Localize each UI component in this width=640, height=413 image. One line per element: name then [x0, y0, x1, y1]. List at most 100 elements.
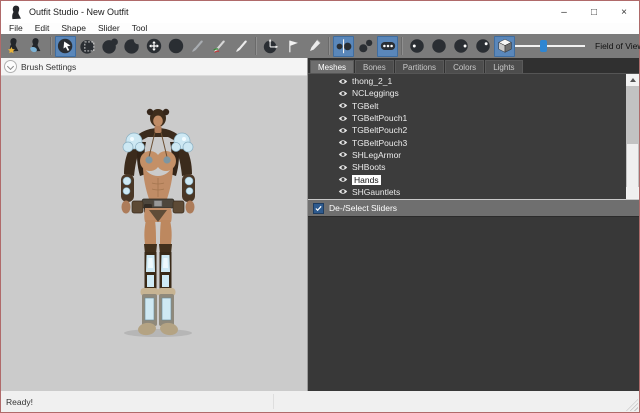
scrollbar-thumb[interactable] [627, 144, 638, 198]
edge-tool-button[interactable] [304, 36, 325, 57]
transform-tool-button[interactable] [260, 36, 281, 57]
viewport-3d[interactable] [1, 76, 307, 391]
mask-brush-button[interactable] [77, 36, 98, 57]
outfit-studio-window: Outfit Studio - New Outfit – □ × File Edit S… [0, 0, 640, 413]
collapse-chevron-icon[interactable] [4, 60, 17, 73]
tab-lights[interactable]: Lights [485, 60, 523, 73]
visibility-eye-icon[interactable] [338, 127, 348, 134]
textures-toggle-button[interactable] [494, 35, 515, 57]
light-directional-2-button[interactable] [450, 36, 471, 57]
mesh-row[interactable]: TGBeltPouch3 [308, 136, 626, 148]
window-title: Outfit Studio - New Outfit [29, 7, 129, 17]
light-directional-1-button[interactable] [428, 36, 449, 57]
mesh-row[interactable]: TGBelt [308, 100, 626, 112]
menu-slider[interactable]: Slider [94, 23, 128, 34]
connected-toggle-button[interactable] [355, 36, 376, 57]
left-area: Brush Settings [1, 58, 308, 391]
fov-label: Field of View: 65 [595, 41, 640, 51]
select-tool-button[interactable] [55, 35, 76, 57]
weight-brush-button[interactable] [187, 36, 208, 57]
toolbar-group [333, 35, 398, 57]
mesh-name[interactable]: SHBoots [352, 162, 386, 172]
mask-brush-icon [79, 37, 97, 55]
mesh-name[interactable]: TGBeltPouch1 [352, 113, 407, 123]
inflate-brush-button[interactable] [99, 36, 120, 57]
mesh-name[interactable]: SHLegArmor [352, 150, 401, 160]
load-reference-button[interactable] [26, 36, 47, 57]
light-directional-2-icon [452, 37, 470, 55]
mesh-name[interactable]: NCLeggings [352, 88, 399, 98]
visibility-eye-icon[interactable] [338, 164, 348, 171]
fov-slider[interactable] [515, 39, 585, 53]
visibility-eye-icon[interactable] [338, 188, 348, 195]
inflate-brush-icon [101, 37, 119, 55]
visibility-eye-icon[interactable] [338, 176, 348, 183]
mesh-name[interactable]: SHGauntlets [352, 187, 400, 197]
menu-shape[interactable]: Shape [57, 23, 94, 34]
resize-grip[interactable] [626, 399, 638, 411]
visibility-eye-icon[interactable] [338, 115, 348, 122]
mesh-row[interactable]: Hands [308, 173, 626, 185]
toolbar-separator [328, 37, 330, 55]
sliders-panel [308, 217, 639, 391]
mesh-row[interactable]: SHBoots [308, 161, 626, 173]
select-tool-icon [57, 37, 75, 55]
load-project-button[interactable] [4, 36, 25, 57]
visibility-eye-icon[interactable] [338, 151, 348, 158]
alpha-brush-icon [233, 37, 251, 55]
mesh-name[interactable]: thong_2_1 [352, 76, 392, 86]
tab-colors[interactable]: Colors [445, 60, 485, 73]
minimize-button[interactable]: – [549, 1, 579, 23]
brush-settings-header[interactable]: Brush Settings [1, 58, 307, 76]
visibility-eye-icon[interactable] [338, 90, 348, 97]
color-brush-icon [211, 37, 229, 55]
mesh-name[interactable]: Hands [352, 174, 381, 185]
light-directional-3-button[interactable] [472, 36, 493, 57]
tab-partitions[interactable]: Partitions [394, 60, 445, 73]
pivot-tool-button[interactable] [282, 36, 303, 57]
mesh-name[interactable]: TGBeltPouch2 [352, 125, 407, 135]
scroll-up-button[interactable] [626, 74, 639, 86]
panel-tabbar: Meshes Bones Partitions Colors Lights [308, 58, 639, 73]
titlebar[interactable]: Outfit Studio - New Outfit – □ × [1, 1, 639, 23]
tab-meshes[interactable]: Meshes [310, 60, 355, 73]
collision-toggle-button[interactable] [377, 35, 398, 57]
mesh-name[interactable]: TGBeltPouch3 [352, 138, 407, 148]
fov-slider-thumb[interactable] [539, 40, 547, 52]
smooth-brush-button[interactable] [165, 36, 186, 57]
tab-bones[interactable]: Bones [355, 60, 394, 73]
mesh-row[interactable]: TGBeltPouch1 [308, 112, 626, 124]
arrow-up-icon [629, 78, 636, 82]
mesh-list-scrollbar[interactable] [626, 74, 639, 199]
fov-slider-track[interactable] [515, 45, 585, 47]
menu-edit[interactable]: Edit [31, 23, 58, 34]
light-frontal-button[interactable] [406, 36, 427, 57]
xmirror-toggle-button[interactable] [333, 35, 354, 57]
mesh-name[interactable]: TGBelt [352, 101, 378, 111]
mesh-row[interactable]: SHGauntlets [308, 186, 626, 198]
menu-tool[interactable]: Tool [128, 23, 156, 34]
mesh-row[interactable]: NCLeggings [308, 87, 626, 99]
mesh-row[interactable]: SHLegArmor [308, 149, 626, 161]
mesh-list: thong_2_1 NCLeggings TGBelt TGBeltPouch1 TGB… [308, 75, 626, 199]
visibility-eye-icon[interactable] [338, 139, 348, 146]
toolbar-separator [401, 37, 403, 55]
mesh-row[interactable]: TGBeltPouch2 [308, 124, 626, 136]
textures-toggle-icon [496, 37, 514, 55]
toolbar-separator [255, 37, 257, 55]
deflate-brush-button[interactable] [121, 36, 142, 57]
close-button[interactable]: × [609, 1, 639, 23]
menu-file[interactable]: File [5, 23, 31, 34]
alpha-brush-button[interactable] [231, 36, 252, 57]
mesh-row[interactable]: thong_2_1 [308, 75, 626, 87]
visibility-eye-icon[interactable] [338, 78, 348, 85]
toolbar-group [55, 35, 252, 57]
color-brush-button[interactable] [209, 36, 230, 57]
light-directional-1-icon [430, 37, 448, 55]
visibility-eye-icon[interactable] [338, 102, 348, 109]
move-brush-button[interactable] [143, 36, 164, 57]
maximize-button[interactable]: □ [579, 1, 609, 23]
scrollbar-track[interactable] [626, 86, 639, 198]
deselect-sliders-checkbox[interactable] [313, 202, 324, 214]
deselect-sliders-header[interactable]: De-/Select Sliders [308, 199, 639, 217]
